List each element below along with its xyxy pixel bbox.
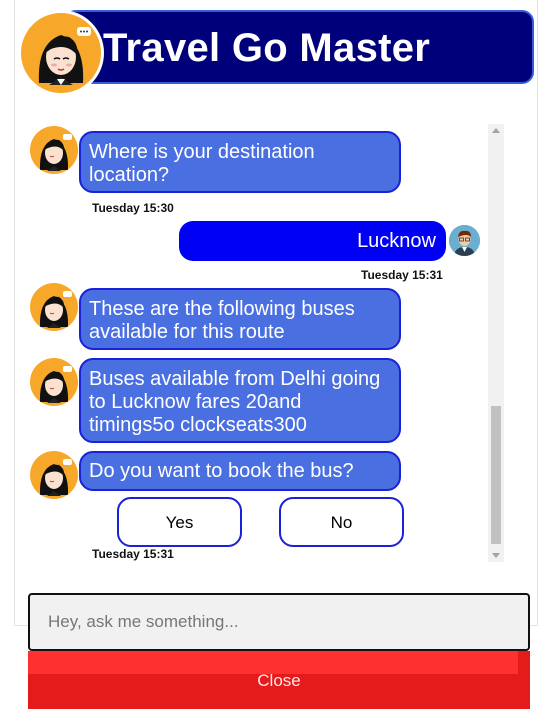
- bot-avatar-icon: [30, 358, 78, 406]
- bot-message-bubble: Where is your destination location?: [79, 131, 401, 193]
- bot-avatar-icon: [30, 451, 78, 499]
- yes-button[interactable]: Yes: [117, 497, 242, 547]
- user-message-bubble: Lucknow: [179, 221, 446, 261]
- app-title: Travel Go Master: [103, 26, 431, 70]
- no-button[interactable]: No: [279, 497, 404, 547]
- message-timestamp: Tuesday 15:31: [361, 268, 443, 282]
- close-button[interactable]: Close: [28, 651, 530, 709]
- bot-avatar-icon: [30, 283, 78, 331]
- user-avatar-icon: [449, 225, 480, 256]
- message-timestamp: Tuesday 15:31: [92, 547, 174, 561]
- bot-message-bubble: These are the following buses available …: [79, 288, 401, 350]
- bot-message-bubble: Buses available from Delhi going to Luck…: [79, 358, 401, 443]
- scrollbar-thumb[interactable]: [491, 406, 501, 544]
- message-timestamp: Tuesday 15:30: [92, 201, 174, 215]
- scroll-up-arrow-icon[interactable]: [492, 128, 500, 133]
- close-button-label: Close: [257, 671, 301, 690]
- scroll-down-arrow-icon[interactable]: [492, 553, 500, 558]
- bot-message-bubble: Do you want to book the bus?: [79, 451, 401, 491]
- bot-avatar-icon: [30, 126, 78, 174]
- message-input[interactable]: [28, 593, 530, 651]
- agent-avatar-icon: [18, 10, 104, 96]
- chat-scrollbar[interactable]: [488, 124, 504, 562]
